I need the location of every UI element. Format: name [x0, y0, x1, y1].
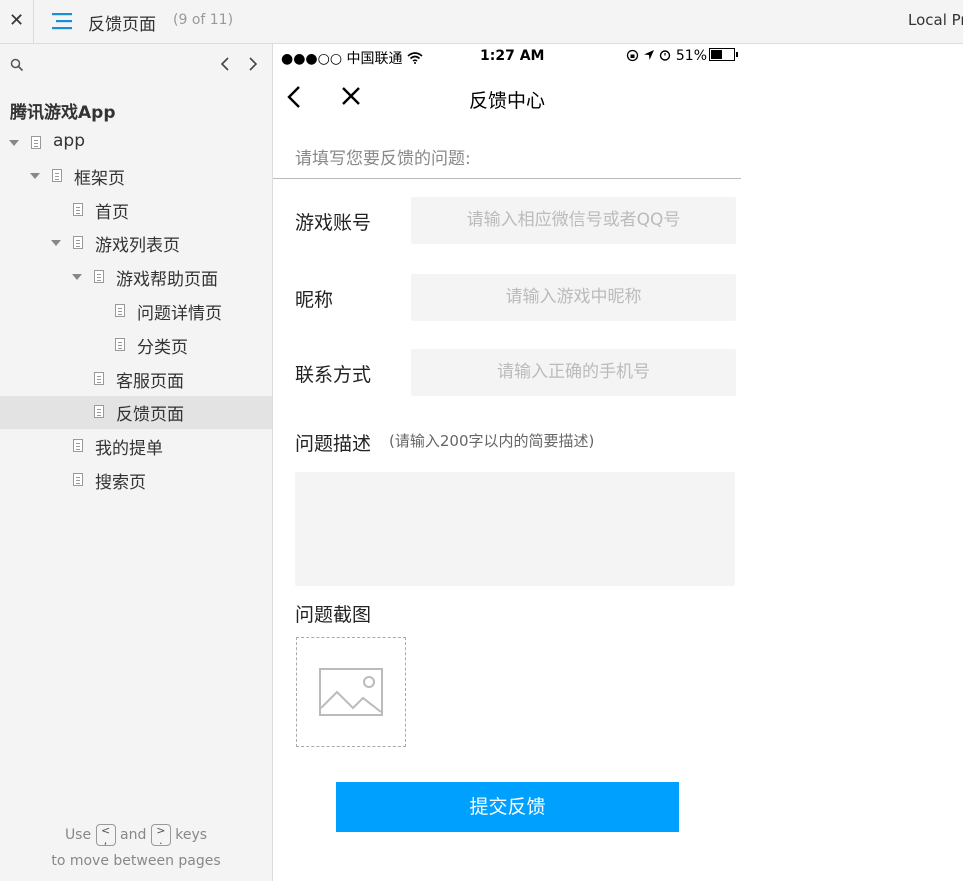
hint-use: Use [64, 827, 92, 843]
tree-item-customer-service[interactable]: 客服页面 [0, 363, 272, 396]
tree-item-home[interactable]: 首页 [0, 194, 272, 227]
close-sidebar-button[interactable]: ✕ [0, 0, 34, 43]
hint-keys: keys [175, 827, 208, 843]
menu-icon[interactable] [52, 12, 72, 30]
top-bar: ✕ 反馈页面 (9 of 11) Local Pr [0, 0, 963, 44]
submit-feedback-button[interactable]: 提交反馈 [336, 782, 679, 832]
tree-item-framework[interactable]: 框架页 [0, 160, 272, 193]
tree-item-label: 客服页面 [116, 372, 184, 392]
page-icon [73, 203, 83, 216]
caret-down-icon[interactable] [9, 140, 19, 146]
tree-item-label: 我的提单 [95, 439, 163, 459]
tree-item-game-help[interactable]: 游戏帮助页面 [0, 261, 272, 294]
caret-down-icon[interactable] [72, 274, 82, 280]
tree-item-label: 游戏列表页 [95, 236, 180, 256]
tree-item-label: 分类页 [137, 338, 188, 358]
tree-item-label: 框架页 [74, 169, 125, 189]
page-icon [94, 372, 104, 385]
carrier: ●●●○○ 中国联通 [281, 48, 423, 68]
chevron-left-icon[interactable] [218, 54, 232, 74]
caret-down-icon[interactable] [51, 240, 61, 246]
sidebar: 腾讯游戏App app 框架页 首页 游戏列表页 游戏帮助页面 问题详情页 分类… [0, 44, 273, 881]
wifi-icon [407, 52, 423, 64]
tree-item-label: 反馈页面 [116, 405, 184, 425]
page-icon [73, 236, 83, 249]
page-title: 反馈页面 [88, 15, 156, 35]
page-icon [115, 338, 125, 351]
status-right: 51% [626, 48, 738, 64]
page-icon [52, 169, 62, 182]
tree-item-app[interactable]: app [0, 127, 272, 160]
chevron-right-icon[interactable] [246, 54, 260, 74]
page-icon [94, 270, 104, 283]
description-hint: (请输入200字以内的简要描述) [389, 432, 595, 450]
account-input[interactable]: 请输入相应微信号或者QQ号 [411, 197, 736, 244]
page-icon [73, 439, 83, 452]
account-label: 游戏账号 [295, 212, 372, 234]
hint-line2: to move between pages [51, 853, 221, 869]
tree-item-label: 问题详情页 [137, 304, 222, 324]
tree-item-label: 搜索页 [95, 473, 146, 493]
page-icon [31, 136, 41, 149]
search-icon[interactable] [10, 58, 24, 72]
hint-and: and [120, 827, 147, 843]
key-next-icon: >. [150, 824, 171, 846]
screenshot-upload[interactable] [296, 637, 406, 747]
page-icon [73, 473, 83, 486]
page-icon [115, 304, 125, 317]
divider [273, 178, 741, 179]
tree-item-feedback[interactable]: 反馈页面 [0, 396, 272, 429]
nickname-label: 昵称 [295, 289, 334, 311]
image-placeholder-icon [319, 668, 383, 716]
page-icon [94, 405, 104, 418]
alarm-icon [660, 50, 671, 61]
contact-label: 联系方式 [295, 364, 372, 386]
tree-item-label: 游戏帮助页面 [116, 270, 218, 290]
phone-preview: ●●●○○ 中国联通 1:27 AM 51% 反馈中心 请填写您要反馈的问题: … [273, 44, 741, 881]
tree-item-category[interactable]: 分类页 [0, 329, 272, 362]
nav-title: 反馈中心 [468, 90, 545, 112]
description-textarea[interactable] [295, 472, 735, 586]
status-time: 1:27 AM [480, 48, 545, 64]
nickname-input[interactable]: 请输入游戏中昵称 [411, 274, 736, 321]
feedback-prompt: 请填写您要反馈的问题: [295, 149, 471, 169]
nav-bar: 反馈中心 [273, 70, 741, 124]
battery-percent: 51% [675, 48, 707, 64]
description-label: 问题描述 [295, 433, 372, 455]
keyboard-hint: Use <, and >. keys to move between pages [0, 822, 272, 874]
status-bar: ●●●○○ 中国联通 1:27 AM 51% [273, 44, 741, 70]
caret-down-icon[interactable] [30, 173, 40, 179]
contact-input[interactable]: 请输入正确的手机号 [411, 349, 736, 396]
rotation-lock-icon [626, 49, 638, 62]
tree-item-label: app [53, 131, 85, 151]
project-label: Local Pr [908, 11, 963, 29]
tree-item-my-tickets[interactable]: 我的提单 [0, 430, 272, 463]
project-name: 腾讯游戏App [10, 103, 116, 123]
tree-item-question-detail[interactable]: 问题详情页 [0, 295, 272, 328]
key-prev-icon: <, [95, 824, 116, 846]
location-icon [643, 50, 654, 60]
page-count: (9 of 11) [173, 12, 234, 28]
tree-item-game-list[interactable]: 游戏列表页 [0, 227, 272, 260]
screenshot-label: 问题截图 [295, 604, 372, 626]
battery-icon [709, 48, 738, 61]
tree-item-label: 首页 [95, 203, 129, 223]
tree-item-search[interactable]: 搜索页 [0, 464, 272, 497]
